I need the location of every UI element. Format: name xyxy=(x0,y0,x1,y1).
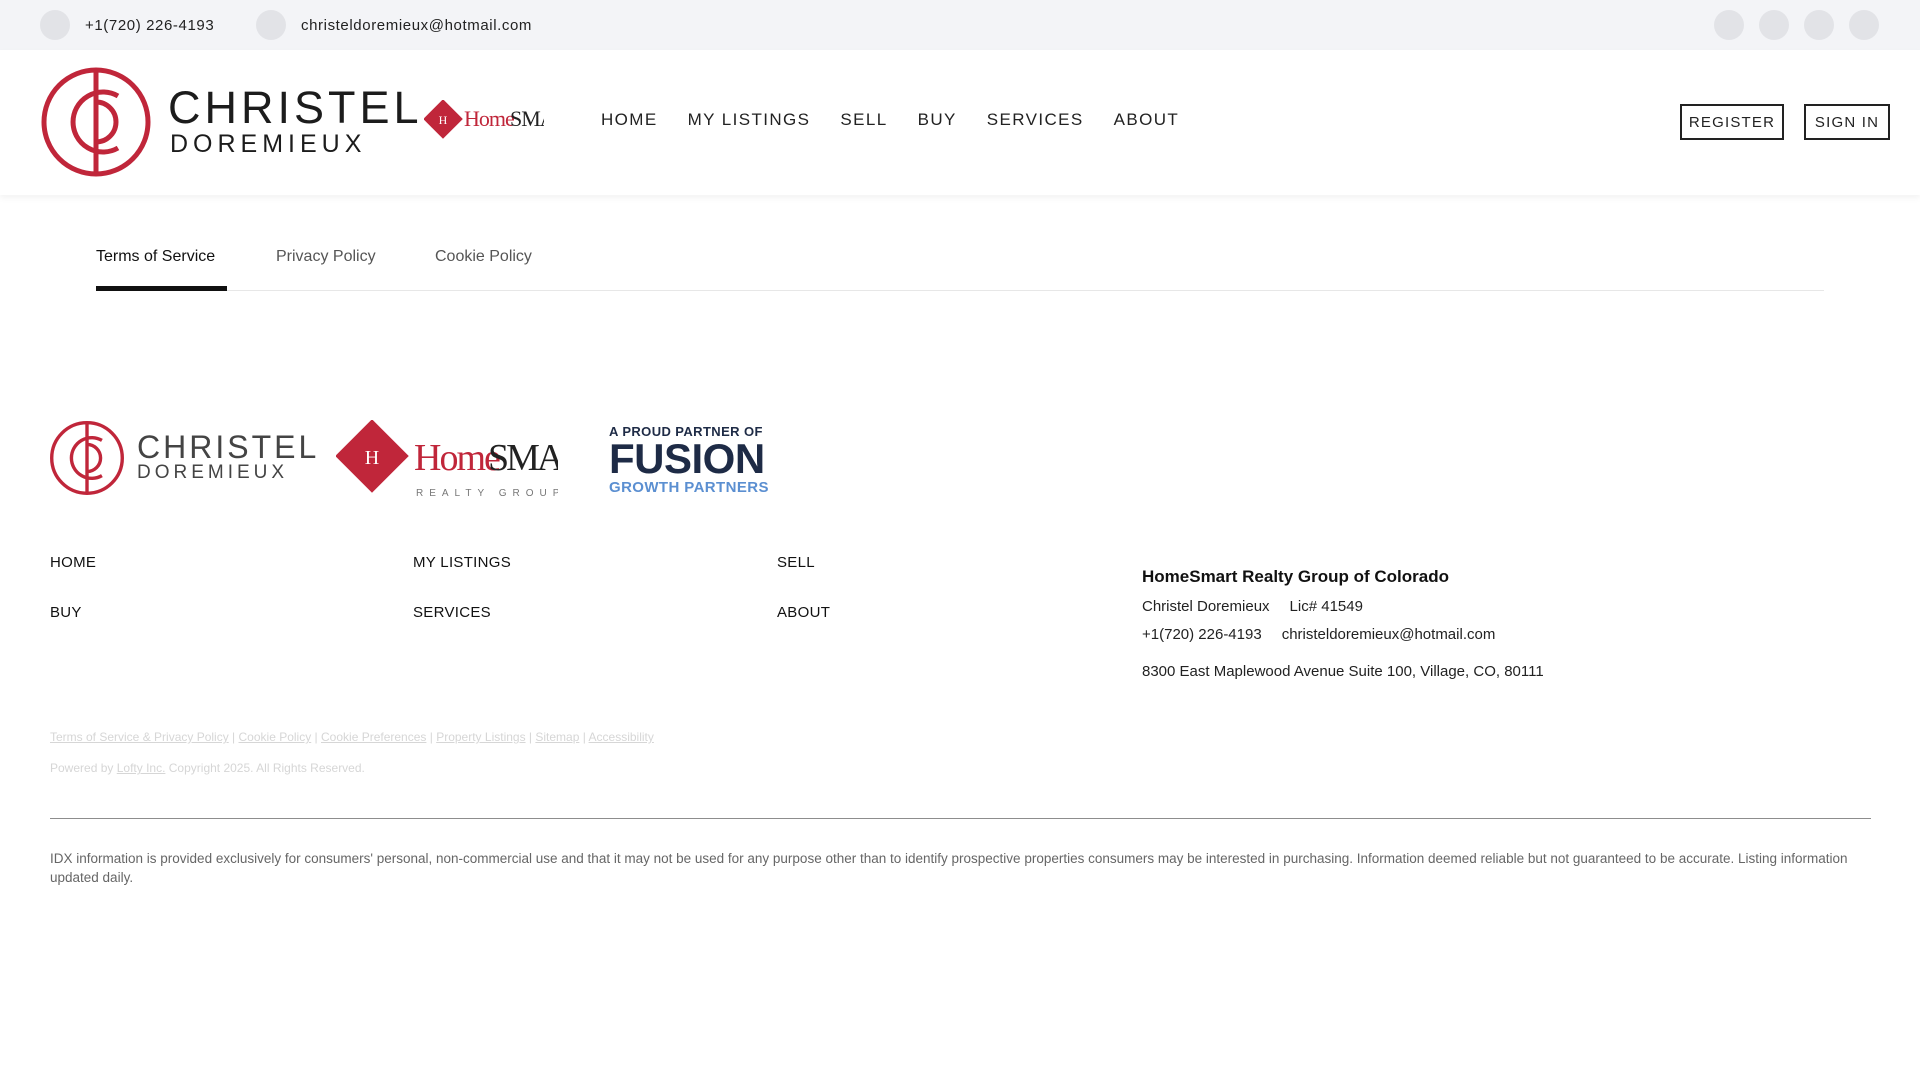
footer-nav-services[interactable]: SERVICES xyxy=(413,604,491,621)
nav-buy[interactable]: BUY xyxy=(918,110,957,130)
svg-text:SMART: SMART xyxy=(488,437,558,479)
nav-services[interactable]: SERVICES xyxy=(987,110,1084,130)
legal-cookie-policy-link[interactable]: Cookie Policy xyxy=(239,730,312,744)
cd-monogram-icon xyxy=(50,421,124,495)
office-phone[interactable]: +1(720) 226-4193 xyxy=(1142,626,1262,643)
license-number: Lic# 41549 xyxy=(1289,598,1363,615)
top-contact-bar: +1(720) 226-4193 christeldoremieux@hotma… xyxy=(0,0,1920,50)
facebook-icon[interactable] xyxy=(1714,10,1744,40)
site-logo[interactable]: CHRISTEL DOREMIEUX xyxy=(40,66,423,178)
nav-about[interactable]: ABOUT xyxy=(1114,110,1180,130)
tab-cookie-policy[interactable]: Cookie Policy xyxy=(435,248,532,266)
powered-by: Powered by Lofty Inc. Copyright 2025. Al… xyxy=(50,761,365,775)
agent-name: Christel Doremieux xyxy=(1142,598,1270,615)
svg-text:SMART: SMART xyxy=(510,106,544,131)
footer-nav-buy[interactable]: BUY xyxy=(50,604,82,621)
logo-name-line2: DOREMIEUX xyxy=(170,130,367,158)
legal-sitemap-link[interactable]: Sitemap xyxy=(535,730,579,744)
cd-monogram-icon xyxy=(41,67,151,177)
homesmart-logo: H Home SMART xyxy=(423,99,582,151)
office-email[interactable]: christeldoremieux@hotmail.com xyxy=(1282,626,1496,643)
footer-nav-sell[interactable]: SELL xyxy=(777,554,815,571)
footer-logo-line1: CHRISTEL xyxy=(137,429,320,465)
office-address: 8300 East Maplewood Avenue Suite 100, Vi… xyxy=(1142,663,1544,680)
mail-icon xyxy=(256,10,286,40)
legal-accessibility-link[interactable]: Accessibility xyxy=(589,730,654,744)
site-header: CHRISTEL DOREMIEUX H Home SMART HOME MY … xyxy=(0,50,1920,195)
active-tab-indicator xyxy=(96,286,227,291)
sign-in-button[interactable]: SIGN IN xyxy=(1804,104,1890,140)
footer-nav-about[interactable]: ABOUT xyxy=(777,604,830,621)
nav-my-listings[interactable]: MY LISTINGS xyxy=(688,110,811,130)
legal-property-listings-link[interactable]: Property Listings xyxy=(436,730,525,744)
footer-homesmart-logo: H Home SMART REALTY GROUP xyxy=(335,419,607,505)
main-nav: HOME MY LISTINGS SELL BUY SERVICES ABOUT xyxy=(601,110,1209,130)
fusion-partner-logo: A PROUD PARTNER OF FUSION GROWTH PARTNER… xyxy=(609,424,775,496)
powered-prefix: Powered by xyxy=(50,761,114,775)
office-info: HomeSmart Realty Group of Colorado Chris… xyxy=(1142,567,1742,680)
youtube-icon[interactable] xyxy=(1849,10,1879,40)
policy-tabs: Terms of Service Privacy Policy Cookie P… xyxy=(96,230,1824,291)
topbar-phone-link[interactable]: +1(720) 226-4193 xyxy=(40,10,214,40)
phone-icon xyxy=(40,10,70,40)
topbar-email-link[interactable]: christeldoremieux@hotmail.com xyxy=(256,10,532,40)
nav-home[interactable]: HOME xyxy=(601,110,658,130)
instagram-icon[interactable] xyxy=(1759,10,1789,40)
svg-text:REALTY GROUP: REALTY GROUP xyxy=(416,488,558,499)
svg-text:H: H xyxy=(439,113,448,127)
svg-text:Home: Home xyxy=(464,106,514,131)
topbar-email: christeldoremieux@hotmail.com xyxy=(301,16,533,34)
topbar-phone: +1(720) 226-4193 xyxy=(85,16,215,34)
tab-privacy-policy[interactable]: Privacy Policy xyxy=(276,248,376,266)
tab-terms-of-service[interactable]: Terms of Service xyxy=(96,248,215,266)
nav-sell[interactable]: SELL xyxy=(840,110,887,130)
svg-text:H: H xyxy=(365,447,379,469)
footer-nav-home[interactable]: HOME xyxy=(50,554,96,571)
fusion-line2: FUSION xyxy=(609,435,765,482)
legal-links: Terms of Service & Privacy Policy | Cook… xyxy=(50,730,654,744)
footer-nav-my-listings[interactable]: MY LISTINGS xyxy=(413,554,511,571)
footer-divider xyxy=(50,818,1871,819)
office-name: HomeSmart Realty Group of Colorado xyxy=(1142,567,1449,586)
idx-disclaimer: IDX information is provided exclusively … xyxy=(50,851,1848,885)
copyright: Copyright 2025. All Rights Reserved. xyxy=(168,761,365,775)
logo-name-line1: CHRISTEL xyxy=(168,82,423,133)
linkedin-icon[interactable] xyxy=(1804,10,1834,40)
fusion-line3: GROWTH PARTNERS xyxy=(609,479,769,496)
legal-cookie-preferences-link[interactable]: Cookie Preferences xyxy=(321,730,426,744)
footer-logo: CHRISTEL DOREMIEUX xyxy=(49,420,319,496)
footer-logo-line2: DOREMIEUX xyxy=(137,462,289,483)
lofty-link[interactable]: Lofty Inc. xyxy=(117,761,166,775)
register-button[interactable]: REGISTER xyxy=(1680,104,1784,140)
legal-terms-link[interactable]: Terms of Service & Privacy Policy xyxy=(50,730,229,744)
